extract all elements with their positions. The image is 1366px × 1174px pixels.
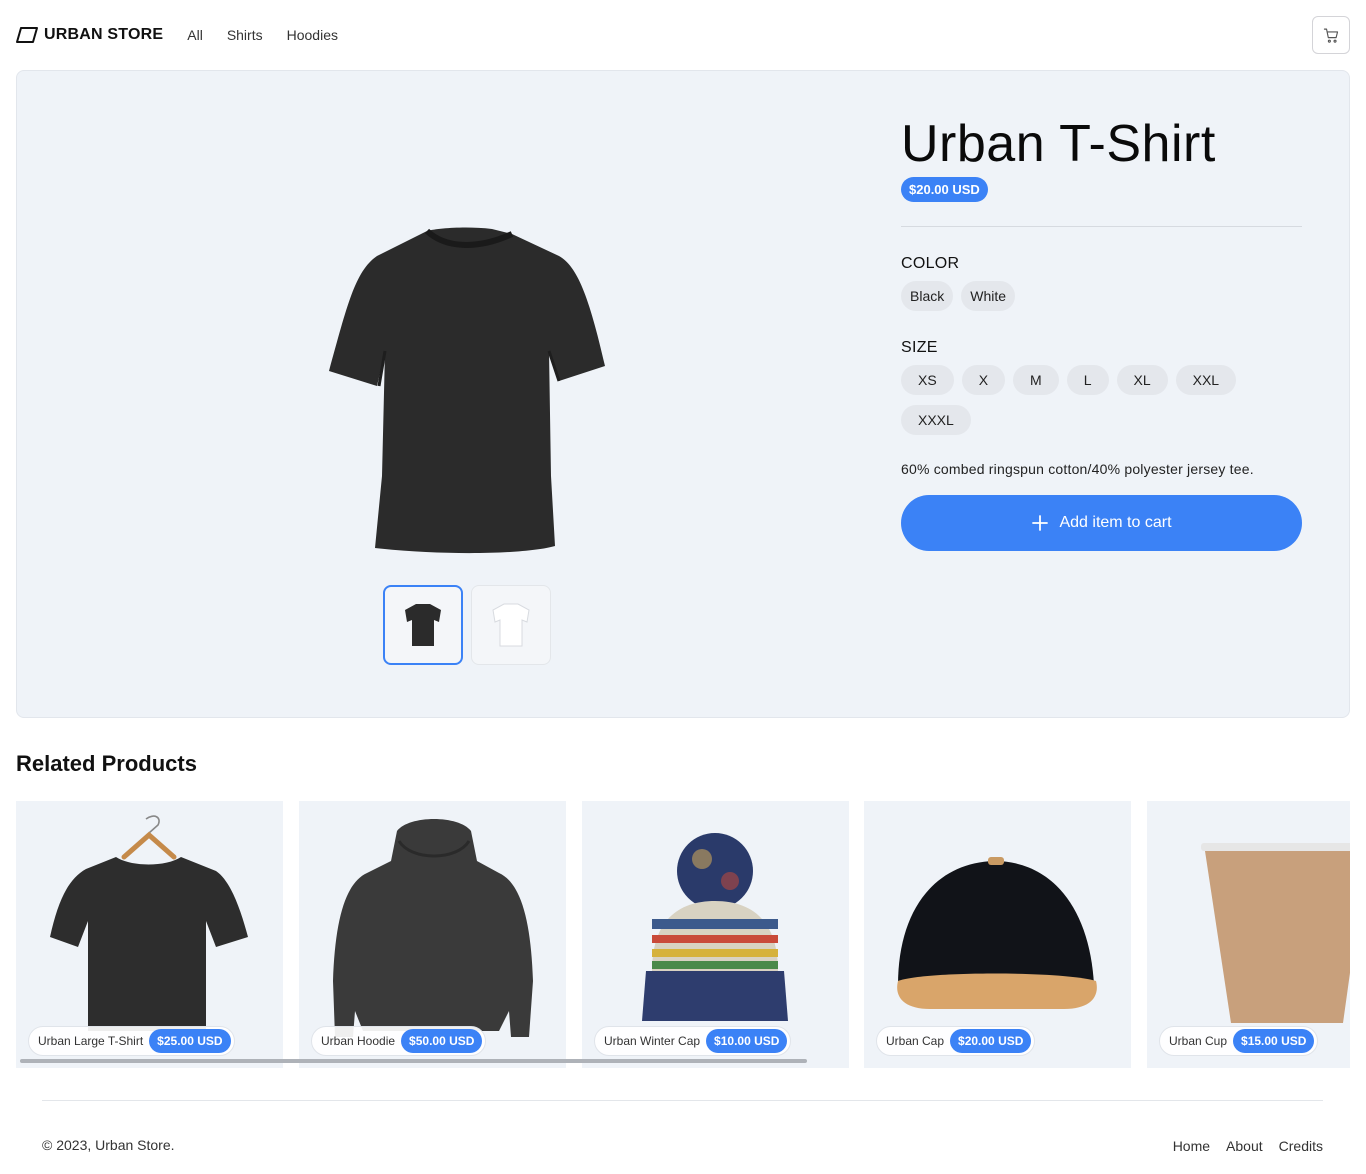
color-label: COLOR xyxy=(901,255,960,272)
color-option-white[interactable]: White xyxy=(961,281,1016,311)
product-name: Urban Cup xyxy=(1169,1034,1228,1048)
brand-name: URBAN STORE xyxy=(44,26,164,43)
product-name: Urban Hoodie xyxy=(321,1034,396,1048)
footer-divider xyxy=(42,1100,1323,1101)
logo-icon xyxy=(16,27,38,43)
footer-link-about[interactable]: About xyxy=(1226,1138,1263,1154)
cart-button[interactable] xyxy=(1312,16,1350,54)
product-price-badge: $25.00 USD xyxy=(149,1029,231,1053)
nav-link-hoodies[interactable]: Hoodies xyxy=(287,27,338,43)
product-price-badge: $50.00 USD xyxy=(401,1029,483,1053)
site-header: URBAN STORE All Shirts Hoodies xyxy=(16,16,1350,54)
product-name: Urban Large T-Shirt xyxy=(38,1034,144,1048)
size-option-xxxl[interactable]: XXXL xyxy=(901,405,971,435)
size-option-x[interactable]: X xyxy=(961,365,1006,395)
related-product-card[interactable]: Urban Winter Cap $10.00 USD xyxy=(582,801,849,1068)
footer-link-credits[interactable]: Credits xyxy=(1279,1138,1323,1154)
product-label: Urban Hoodie $50.00 USD xyxy=(311,1026,487,1056)
product-label: Urban Large T-Shirt $25.00 USD xyxy=(28,1026,235,1056)
size-option-m[interactable]: M xyxy=(1013,365,1059,395)
add-to-cart-button[interactable]: Add item to cart xyxy=(901,495,1302,551)
size-label: SIZE xyxy=(901,339,938,356)
size-option-xl[interactable]: XL xyxy=(1116,365,1168,395)
thumbnail-white-shirt[interactable] xyxy=(471,585,551,665)
product-panel: Urban T-Shirt $20.00 USD COLOR Black Whi… xyxy=(16,70,1350,718)
image-thumbnails xyxy=(383,585,551,665)
product-price-badge: $20.00 USD xyxy=(950,1029,1032,1053)
color-option-black[interactable]: Black xyxy=(901,281,954,311)
footer-link-home[interactable]: Home xyxy=(1173,1138,1210,1154)
nav-link-all[interactable]: All xyxy=(187,27,203,43)
product-price-badge: $10.00 USD xyxy=(706,1029,788,1053)
product-info: Urban T-Shirt $20.00 USD COLOR Black Whi… xyxy=(901,115,1302,551)
brand-logo[interactable]: URBAN STORE xyxy=(16,26,163,44)
related-product-card[interactable]: Urban Cap $20.00 USD xyxy=(864,801,1131,1068)
related-product-card[interactable]: Urban Large T-Shirt $25.00 USD xyxy=(16,801,283,1068)
product-price: $20.00 USD xyxy=(901,177,988,202)
product-label: Urban Cap $20.00 USD xyxy=(876,1026,1036,1056)
product-label: Urban Winter Cap $10.00 USD xyxy=(594,1026,792,1056)
add-to-cart-label: Add item to cart xyxy=(1059,514,1172,531)
product-price-badge: $15.00 USD xyxy=(1233,1029,1315,1053)
carousel-scrollbar[interactable] xyxy=(20,1059,807,1063)
divider xyxy=(901,226,1302,227)
related-products-heading: Related Products xyxy=(16,751,197,776)
main-nav: All Shirts Hoodies xyxy=(187,27,338,43)
related-product-card[interactable]: Urban Cup $15.00 USD xyxy=(1147,801,1350,1068)
product-label: Urban Cup $15.00 USD xyxy=(1159,1026,1319,1056)
size-option-xs[interactable]: XS xyxy=(901,365,954,395)
product-name: Urban Cap xyxy=(886,1034,945,1048)
thumbnail-black-shirt[interactable] xyxy=(383,585,463,665)
product-name: Urban Winter Cap xyxy=(604,1034,701,1048)
color-options: Black White xyxy=(901,281,1302,311)
tshirt-black-icon xyxy=(405,604,441,646)
nav-link-shirts[interactable]: Shirts xyxy=(227,27,263,43)
product-title: Urban T-Shirt xyxy=(901,115,1216,173)
footer-copyright: © 2023, Urban Store. xyxy=(42,1137,175,1153)
product-main-image xyxy=(329,227,605,554)
plus-icon xyxy=(1032,515,1049,531)
tshirt-white-icon xyxy=(492,603,530,647)
product-description: 60% combed ringspun cotton/40% polyester… xyxy=(901,461,1254,477)
related-products-carousel: Urban Large T-Shirt $25.00 USD Urban Hoo… xyxy=(16,801,1350,1068)
footer-nav: Home About Credits xyxy=(1173,1138,1323,1154)
size-option-l[interactable]: L xyxy=(1066,365,1109,395)
size-options: XS X M L XL XXL XXXL xyxy=(901,365,1302,435)
shopping-cart-icon xyxy=(1323,28,1338,43)
related-product-card[interactable]: Urban Hoodie $50.00 USD xyxy=(299,801,566,1068)
size-option-xxl[interactable]: XXL xyxy=(1175,365,1237,395)
